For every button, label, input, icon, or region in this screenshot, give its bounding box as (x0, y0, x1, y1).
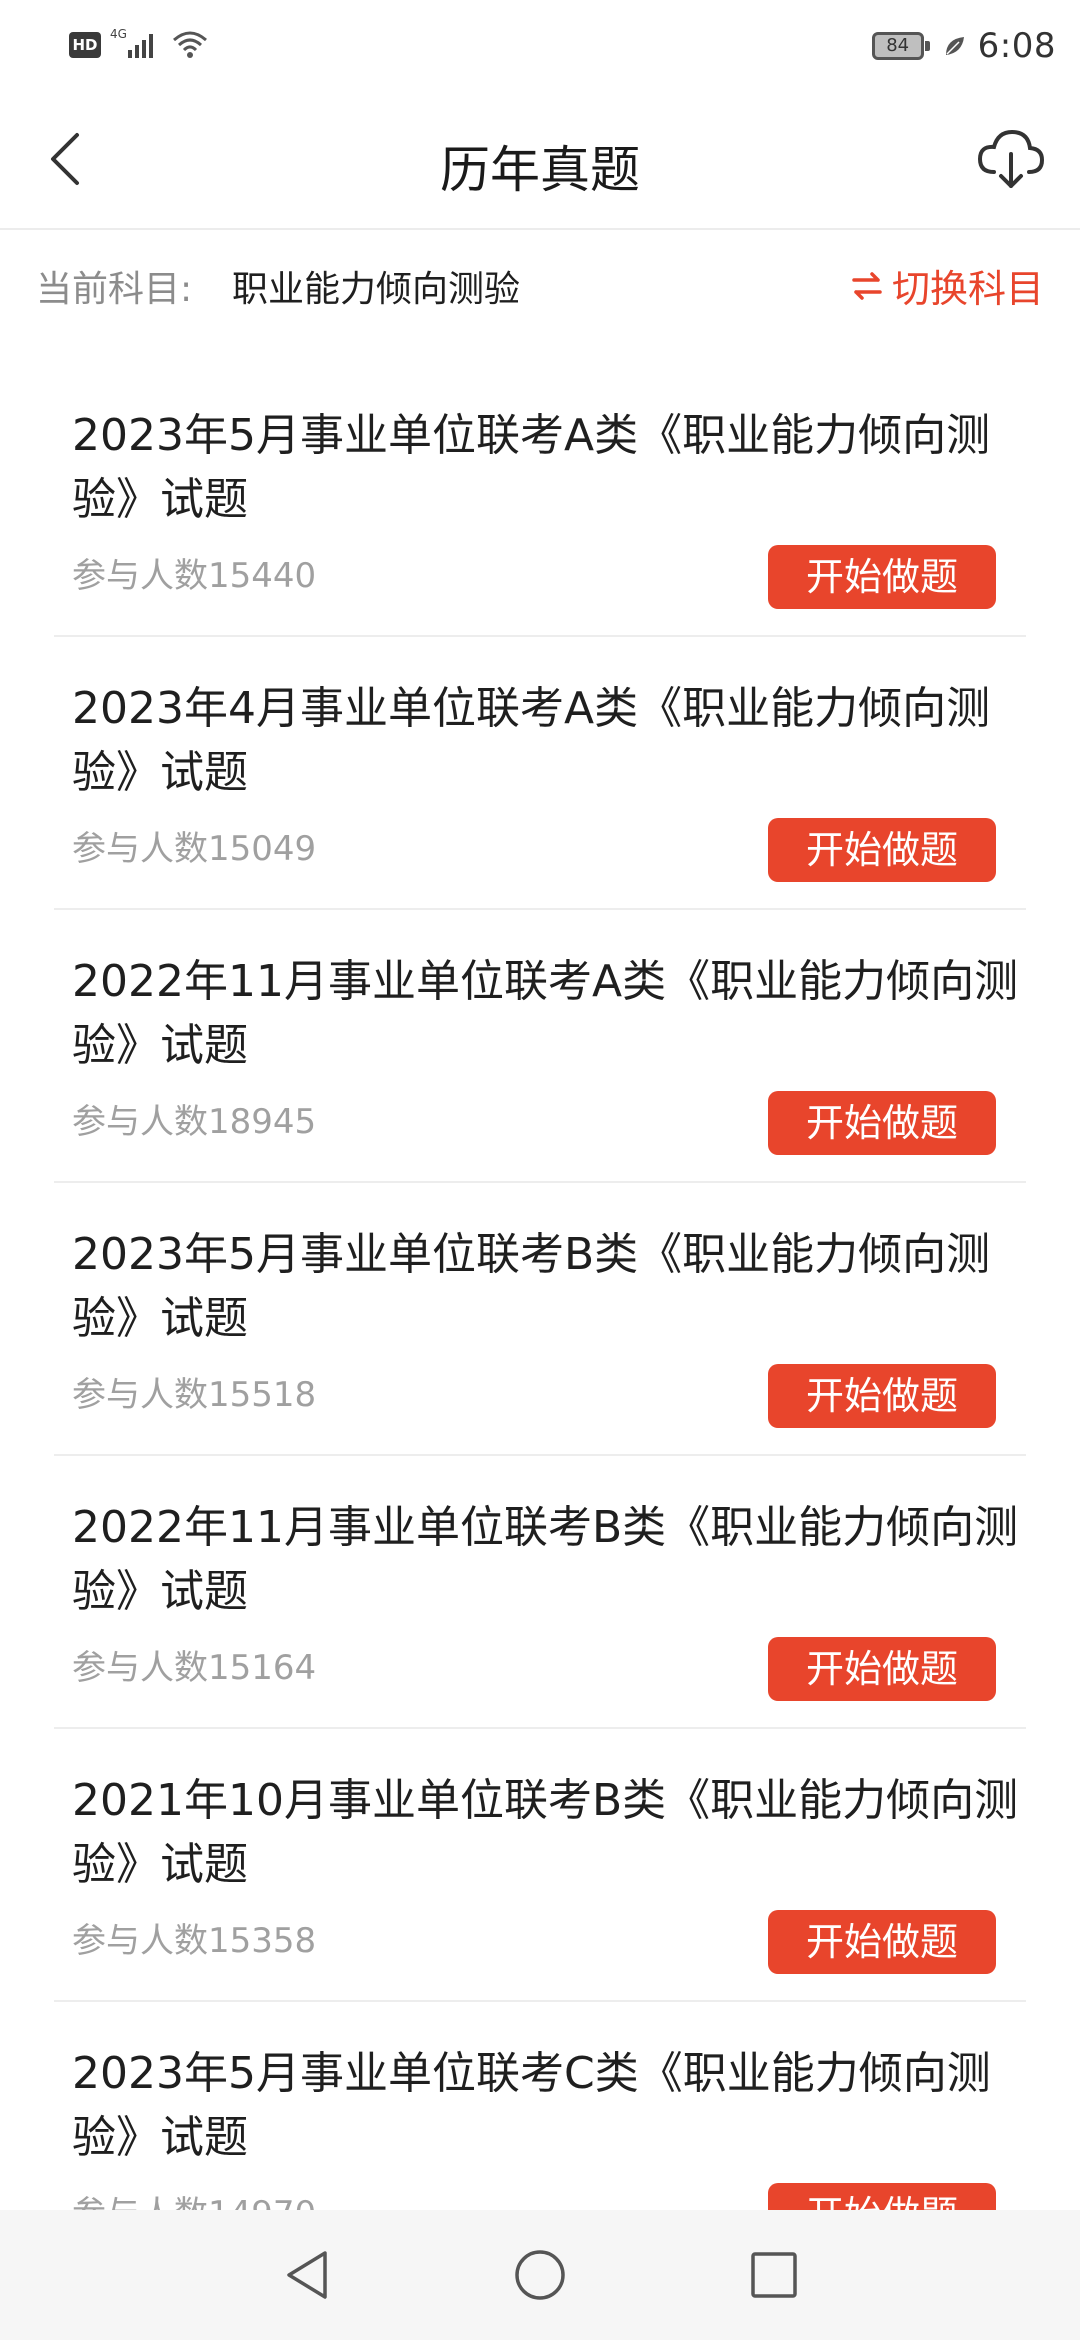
circle-home-icon (515, 2250, 565, 2300)
list-item[interactable]: 2023年5月事业单位联考B类《职业能力倾向测验》试题 参与人数15518 开始… (54, 1183, 1026, 1456)
exam-title: 2023年4月事业单位联考A类《职业能力倾向测验》试题 (72, 683, 991, 798)
system-home-button[interactable] (508, 2243, 572, 2307)
cloud-download-icon (977, 129, 1045, 188)
clock: 6:08 (977, 26, 1056, 66)
system-nav-bar (0, 2210, 1080, 2340)
status-right-group: 84 6:08 (871, 22, 1056, 70)
exam-title: 2023年5月事业单位联考B类《职业能力倾向测验》试题 (72, 1229, 991, 1344)
start-practice-button[interactable]: 开始做题 (768, 1091, 996, 1155)
participant-count: 参与人数15049 (72, 829, 317, 869)
system-recents-button[interactable] (742, 2243, 806, 2307)
triangle-back-icon (287, 2251, 327, 2299)
participant-count: 参与人数15358 (72, 1921, 317, 1961)
switch-subject-button[interactable]: 切换科目 (850, 258, 1044, 313)
start-practice-button[interactable]: 开始做题 (768, 1364, 996, 1428)
start-practice-button[interactable]: 开始做题 (768, 2183, 996, 2210)
start-practice-button[interactable]: 开始做题 (768, 818, 996, 882)
status-bar: HD 4G 84 6:08 (0, 0, 1080, 90)
participant-count: 参与人数14970 (72, 2186, 316, 2210)
participant-count: 参与人数15518 (72, 1375, 317, 1415)
leaf-icon (945, 37, 964, 55)
swap-arrows-icon (852, 271, 882, 300)
subject-value: 职业能力倾向测验 (232, 269, 521, 310)
header-bar: 历年真题 (0, 90, 1080, 230)
exam-title: 2021年10月事业单位联考B类《职业能力倾向测验》试题 (72, 1775, 1019, 1890)
list-item[interactable]: 2023年5月事业单位联考A类《职业能力倾向测验》试题 参与人数15440 开始… (54, 364, 1026, 637)
subject-row: 当前科目: 职业能力倾向测验 切换科目 (0, 232, 1080, 342)
start-practice-button[interactable]: 开始做题 (768, 1910, 996, 1974)
exam-title: 2023年5月事业单位联考A类《职业能力倾向测验》试题 (72, 410, 991, 525)
participant-count: 参与人数18945 (72, 1102, 317, 1142)
exam-title: 2022年11月事业单位联考A类《职业能力倾向测验》试题 (72, 956, 1019, 1071)
list-item[interactable]: 2023年5月事业单位联考C类《职业能力倾向测验》试题 参与人数14970 开始… (54, 2002, 1026, 2210)
cellular-signal-icon: 4G (110, 27, 153, 58)
wifi-icon (173, 31, 207, 58)
participant-count: 参与人数15440 (72, 556, 317, 596)
page-title: 历年真题 (440, 141, 640, 199)
exam-title: 2023年5月事业单位联考C类《职业能力倾向测验》试题 (72, 2048, 991, 2163)
hd-badge: HD (69, 32, 101, 58)
square-recents-icon (751, 2252, 797, 2298)
start-practice-button[interactable]: 开始做题 (768, 1637, 996, 1701)
list-item[interactable]: 2022年11月事业单位联考A类《职业能力倾向测验》试题 参与人数18945 开… (54, 910, 1026, 1183)
switch-subject-label: 切换科目 (891, 267, 1044, 311)
list-item[interactable]: 2023年4月事业单位联考A类《职业能力倾向测验》试题 参与人数15049 开始… (54, 637, 1026, 910)
start-practice-button[interactable]: 开始做题 (768, 545, 996, 609)
exam-list[interactable]: 2023年5月事业单位联考A类《职业能力倾向测验》试题 参与人数15440 开始… (0, 364, 1080, 2210)
app-screen: HD 4G 84 6:08 历年真题 当前科目: 职业能力倾向测验 切换科目 2… (0, 0, 1080, 2340)
list-item[interactable]: 2022年11月事业单位联考B类《职业能力倾向测验》试题 参与人数15164 开… (54, 1456, 1026, 1729)
exam-title: 2022年11月事业单位联考B类《职业能力倾向测验》试题 (72, 1502, 1019, 1617)
network-type-label: 4G (110, 27, 127, 41)
participant-count: 参与人数15164 (72, 1648, 317, 1688)
download-button[interactable] (974, 124, 1046, 194)
list-item[interactable]: 2021年10月事业单位联考B类《职业能力倾向测验》试题 参与人数15358 开… (54, 1729, 1026, 2002)
subject-label: 当前科目: (36, 269, 193, 310)
battery-indicator: 84 (871, 32, 930, 60)
system-back-button[interactable] (274, 2243, 338, 2307)
